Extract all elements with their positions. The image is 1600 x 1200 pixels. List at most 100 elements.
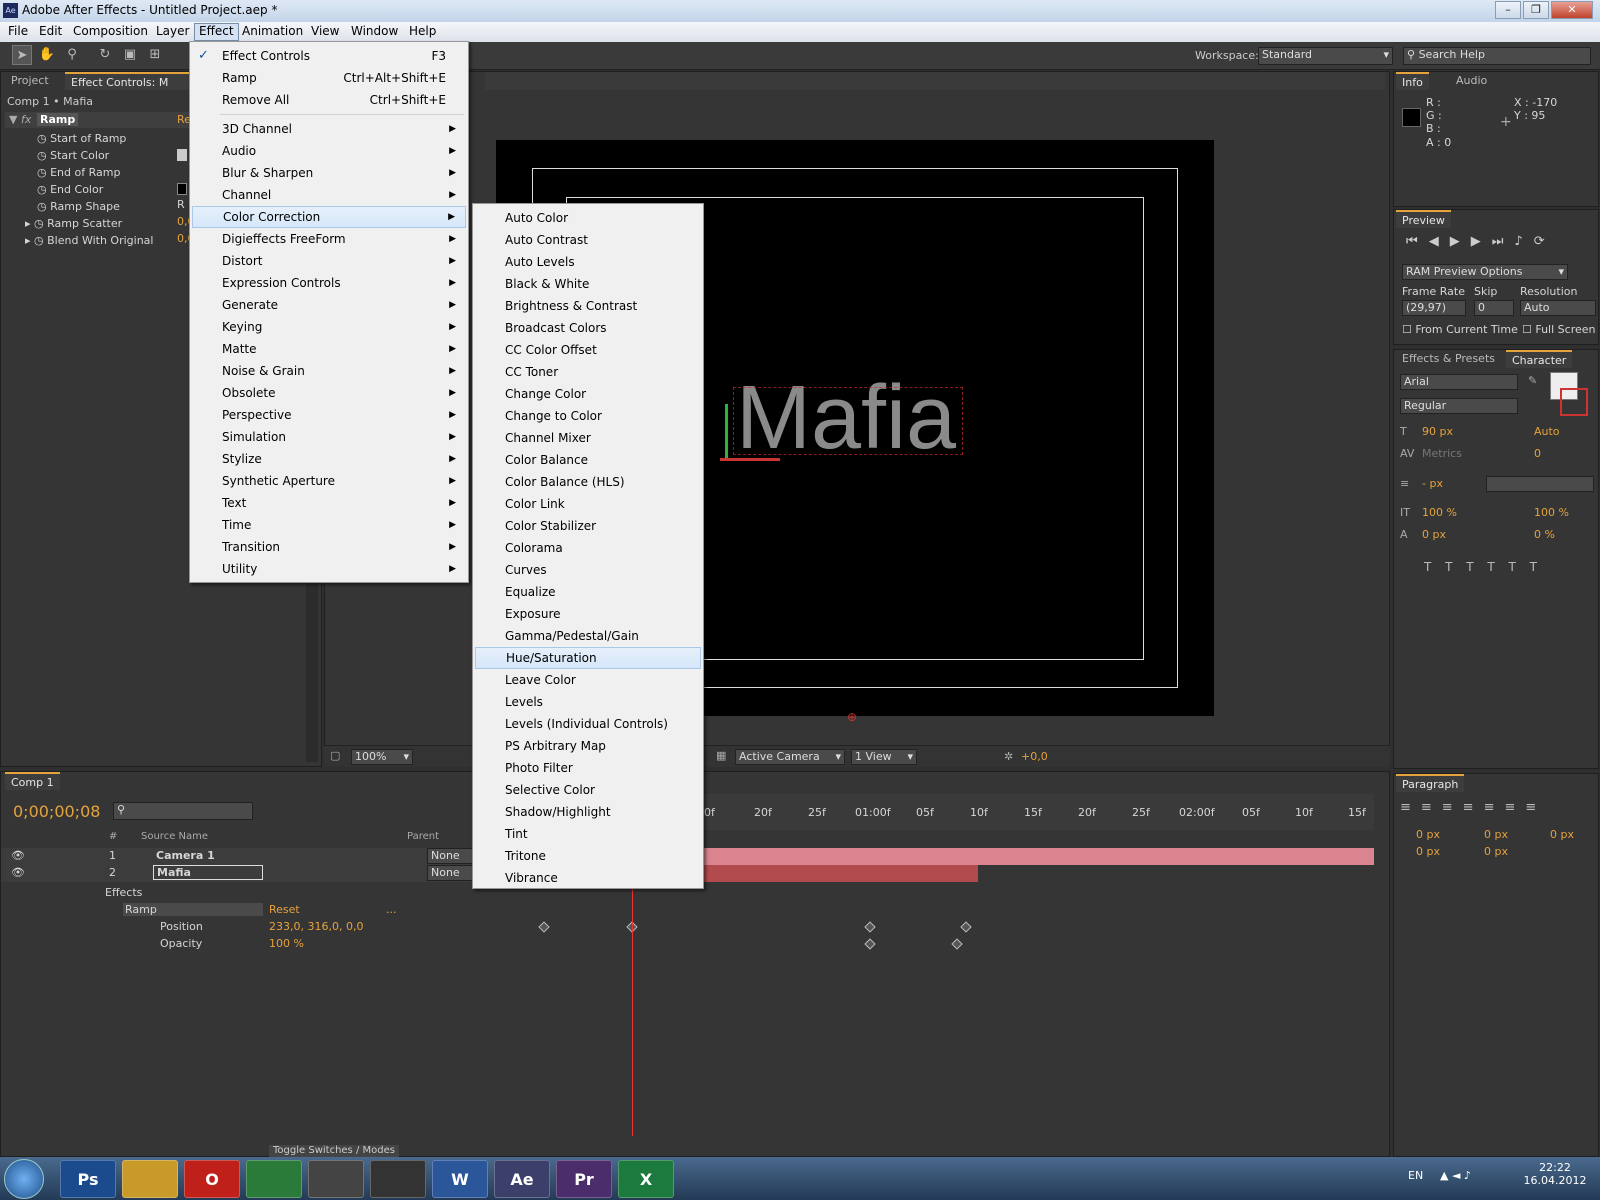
keyframe[interactable] [864,921,876,933]
text-style-buttons[interactable]: TTTTTT [1424,560,1551,574]
transparency-grid-icon[interactable]: ▦ [716,749,726,762]
expand-arrow-icon[interactable]: ▸ [25,217,34,230]
menu-item-category[interactable]: Blur & Sharpen ▶ [192,162,466,184]
frame-rate-select[interactable]: (29,97) [1402,300,1466,316]
stroke-style-select[interactable] [1486,476,1594,492]
taskbar-app-button[interactable] [308,1160,364,1198]
exposure-value[interactable]: +0,0 [1021,750,1048,763]
menu-effect[interactable]: Effect [194,23,239,41]
stopwatch-icon[interactable]: ◷ [37,183,50,196]
stroke-width-value[interactable]: - px [1422,477,1443,490]
menu-item-category[interactable]: Synthetic Aperture ▶ [192,470,466,492]
space-before-value[interactable]: 0 px [1416,845,1440,858]
menu-item-category[interactable]: Keying ▶ [192,316,466,338]
menu-item-effect-controls[interactable]: ✓ Effect Controls F3 [192,45,466,67]
submenu-item[interactable]: Shadow/Highlight [475,801,701,823]
parent-select[interactable]: None [427,848,477,864]
submenu-item[interactable]: Auto Levels [475,251,701,273]
submenu-item[interactable]: Change Color [475,383,701,405]
menu-item-ramp[interactable]: Ramp Ctrl+Alt+Shift+E [192,67,466,89]
submenu-item[interactable]: CC Toner [475,361,701,383]
font-size-value[interactable]: 90 px [1422,425,1453,438]
menu-edit[interactable]: Edit [35,24,66,38]
tracking-value[interactable]: 0 [1534,447,1541,460]
menu-item-category[interactable]: Digieffects FreeForm ▶ [192,228,466,250]
layer-name[interactable]: Mafia [153,865,263,880]
stopwatch-icon[interactable]: ◷ [37,200,50,213]
menu-file[interactable]: File [4,24,32,38]
menu-item-category[interactable]: Text ▶ [192,492,466,514]
maximize-button[interactable]: ❐ [1523,1,1549,19]
menu-item-category[interactable]: Obsolete ▶ [192,382,466,404]
submenu-item[interactable]: PS Arbitrary Map [475,735,701,757]
opacity-value[interactable]: 100 % [269,937,304,950]
tab-project[interactable]: Project [5,72,55,90]
tab-info[interactable]: Info [1396,72,1429,90]
stopwatch-icon[interactable]: ◷ [37,166,50,179]
vertical-scale-value[interactable]: 100 % [1422,506,1457,519]
menu-help[interactable]: Help [405,24,440,38]
full-screen-checkbox[interactable]: ☐ Full Screen [1522,323,1595,336]
stroke-color-swatch[interactable] [1560,388,1588,416]
zoom-select[interactable]: 100% ▾ [351,749,413,765]
submenu-item[interactable]: Tint [475,823,701,845]
exposure-icon[interactable]: ✲ [1004,750,1013,763]
submenu-item[interactable]: Levels (Individual Controls) [475,713,701,735]
timeline-search-input[interactable]: ⚲ [113,802,253,820]
start-color-swatch[interactable] [177,149,187,161]
close-button[interactable]: ✕ [1551,1,1593,19]
keyframe[interactable] [960,921,972,933]
menu-item-category[interactable]: Matte ▶ [192,338,466,360]
submenu-item[interactable]: Gamma/Pedestal/Gain [475,625,701,647]
tab-paragraph[interactable]: Paragraph [1396,774,1465,792]
taskbar-app-button[interactable]: Ae [494,1160,550,1198]
menu-item-category[interactable]: Distort ▶ [192,250,466,272]
ramp-effect-row[interactable]: Ramp [123,903,263,916]
menu-item-remove-all[interactable]: Remove All Ctrl+Shift+E [192,89,466,111]
tab-preview[interactable]: Preview [1396,210,1451,228]
resolution-select[interactable]: Auto [1520,300,1596,316]
views-select[interactable]: 1 View ▾ [851,749,917,765]
tsume-value[interactable]: 0 % [1534,528,1555,541]
space-after-value[interactable]: 0 px [1484,845,1508,858]
menu-item-category[interactable]: Expression Controls ▶ [192,272,466,294]
menu-view[interactable]: View [307,24,343,38]
toggle-switches-button[interactable]: Toggle Switches / Modes [269,1145,399,1157]
parent-select[interactable]: None [427,865,477,881]
taskbar-app-button[interactable]: O [184,1160,240,1198]
submenu-item[interactable]: Color Link [475,493,701,515]
taskbar-app-button[interactable] [122,1160,178,1198]
taskbar-app-button[interactable]: Pr [556,1160,612,1198]
pan-behind-tool-icon[interactable]: ⊞ [145,45,165,65]
menu-item-category[interactable]: Noise & Grain ▶ [192,360,466,382]
submenu-item[interactable]: Curves [475,559,701,581]
layer-row-camera[interactable]: 👁 1 Camera 1 None [1,848,538,865]
font-family-select[interactable]: Arial [1400,374,1518,390]
camera-select[interactable]: Active Camera ▾ [735,749,845,765]
submenu-item[interactable]: Colorama [475,537,701,559]
start-button[interactable] [4,1159,44,1199]
stopwatch-icon[interactable]: ◷ [37,149,50,162]
menu-window[interactable]: Window [347,24,402,38]
submenu-item[interactable]: Change to Color [475,405,701,427]
camera-target-icon[interactable]: ⊕ [847,710,857,724]
ram-preview-options-select[interactable]: RAM Preview Options ▾ [1402,264,1568,280]
font-style-select[interactable]: Regular [1400,398,1518,414]
tab-effect-controls[interactable]: Effect Controls: M [65,72,191,90]
menu-item-category[interactable]: Channel ▶ [192,184,466,206]
eye-icon[interactable]: 👁 [11,866,25,879]
hand-tool-icon[interactable]: ✋ [37,45,57,65]
leading-value[interactable]: Auto [1534,425,1560,438]
workspace-select[interactable]: Standard ▾ [1258,47,1393,65]
current-time[interactable]: 0;00;00;08 [13,802,100,821]
layer-row-mafia[interactable]: 👁 2 Mafia None [1,865,538,882]
submenu-item[interactable]: Color Balance [475,449,701,471]
skip-select[interactable]: 0 [1474,300,1514,316]
zoom-tool-icon[interactable]: ⚲ [62,45,82,65]
tab-character[interactable]: Character [1506,350,1573,368]
rotate-tool-icon[interactable]: ↻ [95,45,115,65]
indent-first-value[interactable]: 0 px [1484,828,1508,841]
alignment-buttons[interactable]: ≡≡≡≡≡≡≡ [1400,800,1546,815]
indent-left-value[interactable]: 0 px [1416,828,1440,841]
stopwatch-icon[interactable]: ◷ [34,234,47,247]
